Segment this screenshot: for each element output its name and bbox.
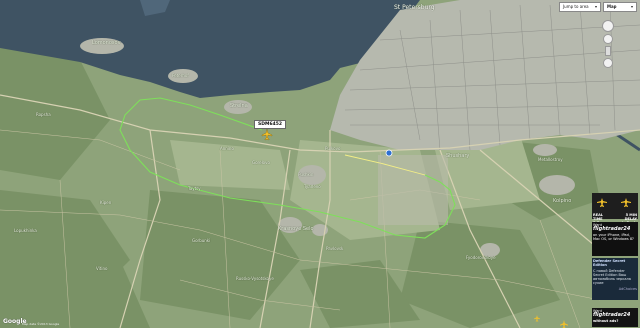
label-gorbunki: Gorbunki	[192, 238, 211, 243]
label-pavlovsk: Pavlovsk	[326, 246, 344, 251]
airport-marker[interactable]	[385, 149, 393, 157]
ad-defender-banner[interactable]: Defender Secret Edition С новой Defender…	[592, 258, 638, 300]
map-copyright: Map data ©2013 Google	[22, 322, 60, 326]
app-platforms-text: on your iPhone, iPad, Mac OS, or Windows…	[593, 233, 634, 241]
defender-body: С новой Defender Secret Edition Ваш авто…	[593, 269, 631, 285]
label-lomonosov: Lomonosov	[92, 40, 121, 46]
label-shushary: Shushary	[446, 153, 470, 159]
label-taytsy: Taytsy	[188, 186, 201, 191]
zoom-slider[interactable]	[605, 46, 611, 56]
label-peterhof: Peterhof	[172, 73, 189, 78]
zoom-control	[601, 20, 615, 70]
label-strelna: Strelna	[230, 103, 248, 109]
adchoices-link[interactable]: AdChoices	[592, 286, 638, 292]
pan-control[interactable]	[602, 20, 614, 32]
ad-no-ads-banner[interactable]: Want flightradar24 without ads?	[592, 308, 638, 327]
label-kipen: Kipen	[100, 200, 112, 205]
label-ropsha: Ropsha	[36, 112, 51, 117]
label-pushkin: Pushkin	[298, 172, 314, 177]
flight-callsign-label[interactable]: SDM6452	[254, 120, 286, 129]
map-type-select[interactable]: Map	[603, 2, 637, 12]
map-type-label: Map	[607, 4, 617, 9]
label-annino: Annino	[220, 146, 234, 151]
jump-to-area-label: Jump to area	[563, 4, 589, 9]
realtime-text: REAL TIME	[593, 213, 604, 221]
label-fyodorovskoye: Fyodorovskoye	[466, 255, 496, 260]
ad-get-app-banner[interactable]: Want flightradar24 on your iPhone, iPad,…	[592, 222, 638, 256]
label-pulkovo: Pulkovo	[325, 146, 341, 151]
label-vitino: Vitino	[96, 266, 108, 271]
label-st-petersburg: St Petersburg	[394, 4, 435, 11]
label-lopukhinka: Lopukhinka	[14, 228, 37, 233]
flightradar24-logo: flightradar24	[593, 226, 631, 232]
zoom-out-button[interactable]	[603, 58, 613, 68]
flightradar24-logo-2: flightradar24	[593, 312, 631, 318]
map-toolbar: Jump to area Map	[559, 2, 637, 12]
plane-icons	[597, 198, 631, 207]
label-metallostroy: Metallostroy	[538, 157, 563, 162]
delay-text: 5 MIN DELAY	[624, 213, 637, 221]
label-gorelovo: Gorelovo	[252, 160, 270, 165]
zoom-in-button[interactable]	[603, 34, 613, 44]
label-tyarlevo: Tyarlevo	[304, 184, 321, 189]
label-russko-vysotskoye: Russko-Vysotskoye	[236, 276, 274, 281]
label-krasnoye-selo: Krasnoye Selo	[278, 226, 314, 232]
label-kolpino: Kolpino	[553, 198, 572, 204]
jump-to-area-select[interactable]: Jump to area	[559, 2, 601, 12]
ad-realtime-banner[interactable]: REAL TIME3-5s refresh 5 MIN DELAYin Basi…	[592, 193, 638, 229]
map-canvas[interactable]	[0, 0, 640, 328]
defender-title: Defender Secret Edition	[593, 259, 626, 267]
without-ads-text: without ads?	[593, 319, 619, 323]
